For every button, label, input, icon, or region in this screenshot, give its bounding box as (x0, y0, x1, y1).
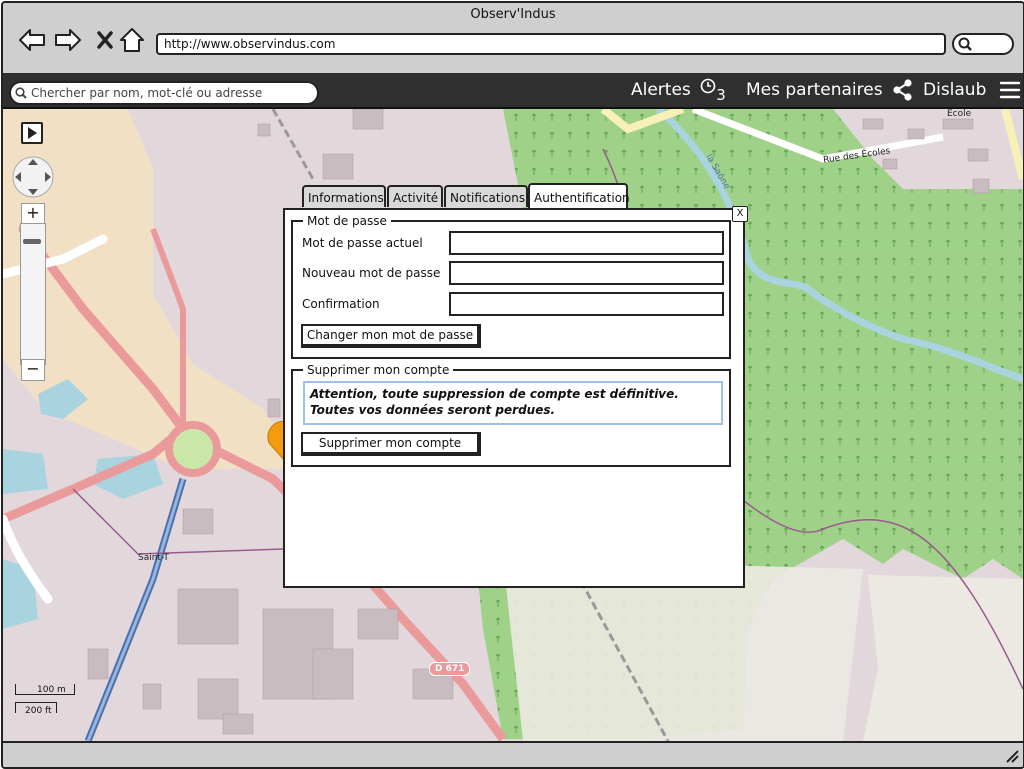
alerts-label: Alertes (631, 80, 691, 100)
map-label-d671: D 671 (429, 662, 471, 676)
map-label-ecole: École (947, 109, 972, 119)
scale-imperial: 200 ft (25, 706, 52, 716)
roundabout-center (173, 429, 213, 469)
tab-informations[interactable]: Informations (302, 185, 386, 207)
window-title: Observ'Indus (470, 7, 556, 22)
layer-switcher-button[interactable] (21, 122, 43, 144)
map-label-saint: Saint-T (138, 553, 169, 563)
delete-warning-message: Attention, toute suppression de compte e… (303, 381, 723, 425)
delete-account-button[interactable]: Supprimer mon compte (301, 432, 481, 456)
confirm-password-label: Confirmation (302, 297, 380, 311)
status-bar (3, 741, 1023, 767)
browser-window: Observ'Indus http://www.observindus.com (1, 1, 1024, 769)
pond (3, 449, 48, 494)
pan-control[interactable] (11, 155, 55, 199)
current-password-field[interactable] (449, 231, 724, 255)
map-scale: 100 m 200 ft (15, 684, 75, 728)
current-password-label: Mot de passe actuel (302, 236, 423, 250)
browser-search-field[interactable] (952, 33, 1014, 55)
delete-account-legend: Supprimer mon compte (307, 363, 450, 377)
resize-grip-icon[interactable] (1005, 749, 1019, 763)
home-icon[interactable] (117, 25, 147, 55)
address-bar[interactable]: http://www.observindus.com (156, 33, 946, 55)
play-icon (28, 127, 37, 139)
tab-authentification[interactable]: Authentification (528, 183, 630, 209)
clearing-area (863, 575, 1023, 741)
close-dialog-button[interactable]: X (732, 206, 748, 222)
clock-icon (700, 78, 716, 94)
app-header: Chercher par nom, mot-clé ou adresse Ale… (3, 73, 1023, 109)
search-placeholder: Chercher par nom, mot-clé ou adresse (31, 86, 263, 100)
map-marker-icon[interactable] (265, 421, 285, 461)
tab-activite[interactable]: Activité (387, 185, 443, 207)
forward-icon[interactable] (53, 25, 83, 55)
zoom-slider[interactable] (20, 223, 46, 365)
partners-menu[interactable]: Mes partenaires (746, 79, 914, 101)
user-menu[interactable]: Dislaub (923, 79, 1022, 101)
change-password-button[interactable]: Changer mon mot de passe (301, 324, 481, 348)
new-password-label: Nouveau mot de passe (302, 266, 441, 280)
tab-notifications[interactable]: Notifications (444, 185, 528, 207)
browser-toolbar: Observ'Indus http://www.observindus.com (3, 3, 1023, 75)
alerts-menu[interactable]: Alertes 3 (631, 78, 726, 104)
zoom-slider-handle[interactable] (23, 239, 41, 244)
confirm-password-field[interactable] (449, 292, 724, 316)
map-search-input[interactable]: Chercher par nom, mot-clé ou adresse (9, 81, 319, 105)
warning-line-2: Toutes vos données seront perdues. (310, 403, 556, 417)
password-group-legend: Mot de passe (307, 214, 387, 228)
partners-label: Mes partenaires (746, 80, 883, 100)
scale-metric: 100 m (37, 685, 66, 695)
zoom-in-button[interactable]: + (21, 203, 45, 225)
back-icon[interactable] (17, 25, 47, 55)
hamburger-menu-icon (999, 81, 1020, 99)
warning-line-1: Attention, toute suppression de compte e… (310, 387, 679, 401)
share-icon (893, 79, 912, 101)
zoom-out-button[interactable]: − (21, 359, 45, 381)
user-name: Dislaub (923, 80, 987, 100)
search-icon (958, 37, 972, 51)
new-password-field[interactable] (449, 261, 724, 285)
search-icon (15, 87, 27, 99)
alerts-count-badge: 3 (716, 86, 726, 104)
